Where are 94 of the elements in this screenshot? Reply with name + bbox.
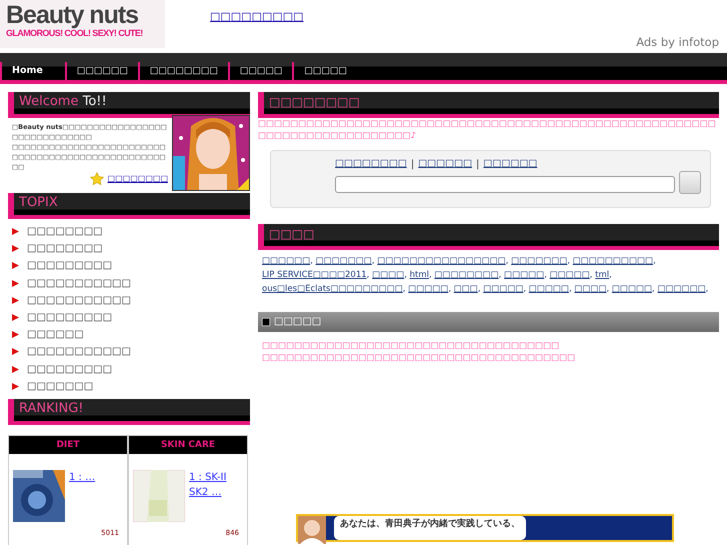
bullet-icon	[12, 245, 19, 252]
separator: ,	[428, 270, 432, 280]
separator: ,	[706, 284, 708, 294]
ranking-link[interactable]: 1 : SK-II SK2 …	[189, 470, 243, 522]
bullet-icon	[12, 262, 19, 270]
bullet-icon	[12, 366, 19, 373]
separator: ,	[590, 270, 592, 280]
nav-item[interactable]: □□□□□	[292, 62, 357, 80]
separator: ,	[544, 270, 547, 280]
notice-text: □□□□□□□□□□□□□□□□□□□□□□□□□□□□□□□□□□□□□□□	[262, 352, 576, 364]
topic-link[interactable]: □□□□□□□□	[27, 240, 103, 258]
star-icon	[90, 172, 104, 186]
topic-link[interactable]: □□□□□□□□□□□	[27, 343, 131, 361]
search-button[interactable]	[679, 171, 701, 194]
tag-link[interactable]: □□□□	[574, 284, 606, 294]
bullet-icon	[12, 228, 19, 236]
separator: ,	[366, 270, 370, 280]
nav-item[interactable]: Home	[0, 62, 65, 80]
search-tab[interactable]: □□□□□□□□	[335, 157, 407, 172]
topic-link[interactable]: □□□□□□□	[27, 378, 94, 395]
section-title: □□□□□□□□	[269, 95, 360, 109]
topic-link[interactable]: □□□□□□□□□	[27, 360, 112, 378]
search-tab[interactable]: □□□□□□	[418, 157, 472, 172]
tag-link[interactable]: □□□□□	[483, 284, 524, 294]
separator: ,	[653, 256, 656, 266]
tag-link[interactable]: □□□□□	[550, 270, 590, 280]
tag-link[interactable]: □□□□□	[528, 284, 569, 294]
search-field[interactable]	[335, 176, 675, 193]
tag-link[interactable]: LIP SERVICE□□□□2011	[262, 270, 367, 280]
banner-text: あなたは、青田典子が内緒で実践している、	[334, 516, 526, 540]
bullet-icon	[12, 331, 19, 338]
ad-banner[interactable]: あなたは、青田典子が内緒で実践している、	[296, 514, 674, 542]
separator: ,	[523, 284, 526, 294]
ranking-link[interactable]: 1 : …	[69, 470, 96, 522]
nav-item[interactable]: □□□□□□□□	[138, 62, 228, 80]
tag-link[interactable]: □□□□□□	[262, 256, 310, 266]
separator: ,	[506, 256, 508, 266]
section-title: □□□□	[269, 227, 314, 241]
separator: ,	[567, 256, 570, 266]
separator: ,	[372, 256, 375, 266]
separator: |	[476, 158, 480, 172]
bullet-icon	[12, 382, 19, 390]
ranking-heading: SKIN CARE	[129, 436, 247, 454]
welcome-link[interactable]: □□□□□□□□	[108, 174, 168, 184]
ads-label: Ads by infotop	[636, 34, 719, 51]
bullet-icon	[12, 280, 19, 287]
section-title: RANKING!	[19, 400, 84, 416]
tag-link[interactable]: □□□□	[372, 270, 404, 280]
separator: ,	[448, 284, 452, 294]
tag-link[interactable]: tml	[595, 270, 610, 280]
search-tab[interactable]: □□□□□□	[483, 157, 538, 172]
tag-link[interactable]: html	[410, 270, 429, 280]
separator: ,	[404, 270, 407, 280]
notice-title: □□□□□	[274, 315, 322, 329]
separator: ,	[498, 270, 502, 280]
topic-link[interactable]: □□□□□□□□□□□	[27, 292, 131, 309]
topic-link[interactable]: □□□□□□□□□□□	[27, 274, 131, 292]
topic-link[interactable]: □□□□□□□□□	[27, 308, 112, 326]
topic-link[interactable]: □□□□□□□□□	[27, 257, 112, 275]
tag-link[interactable]: □□□□□□□□□□	[572, 256, 654, 266]
nav-item[interactable]: □□□□□	[228, 62, 292, 80]
notice-text: □□□□□□□□□□□□□□□□□□□□□□□□□□□□□□□□□□□□□	[262, 340, 560, 352]
header-link[interactable]: □□□□□□□□□	[210, 9, 304, 53]
separator: ,	[568, 284, 572, 294]
tag-link[interactable]: □□□□□□□	[511, 256, 568, 266]
tag-link[interactable]: □□□□□□□□□□□□□□□□	[377, 256, 506, 266]
logo[interactable]: Beauty nuts GLAMOROUS! COOL! SEXY! CUTE!	[0, 0, 165, 48]
nav-item[interactable]: □□□□□□	[64, 62, 138, 80]
tag-link[interactable]: □□□	[454, 284, 478, 294]
bullet-icon	[12, 296, 19, 304]
tag-link[interactable]: □□□□□□	[657, 284, 706, 294]
person-figure	[298, 516, 326, 544]
bullet-icon	[12, 314, 19, 322]
intro-text: □□□□□□□□□□□□□□□□□□□□□□□□□□□□□□□□□□□□□□□□□□□□□□□□□□□□□□□□□□□□□□□□□□□□□□□□□□□□♪	[258, 118, 717, 142]
topic-link[interactable]: □□□□□□	[27, 326, 84, 344]
tag-link[interactable]: □□□□□□□□	[434, 270, 499, 280]
separator: |	[410, 158, 414, 172]
separator: ,	[606, 284, 610, 294]
tag-link[interactable]: □□□□□	[612, 284, 652, 294]
separator: ,	[478, 284, 481, 294]
tag-link[interactable]: ous□les□Eclats□□□□□□□□□	[262, 284, 403, 294]
tag-link[interactable]: □□□□□□□	[316, 256, 372, 266]
separator: ,	[609, 270, 612, 280]
separator: ,	[652, 284, 655, 294]
bullet-icon	[12, 348, 19, 356]
topic-link[interactable]: □□□□□□□□	[27, 223, 103, 240]
ranking-heading: DIET	[9, 436, 127, 454]
separator: ,	[402, 284, 406, 294]
tag-link[interactable]: □□□□□	[408, 284, 448, 294]
section-title: TOPIX	[19, 195, 58, 210]
separator: ,	[310, 256, 313, 266]
welcome-title-suffix: To!!	[82, 94, 107, 109]
tag-link[interactable]: □□□□□	[504, 270, 544, 280]
welcome-title: Welcome	[19, 94, 78, 109]
